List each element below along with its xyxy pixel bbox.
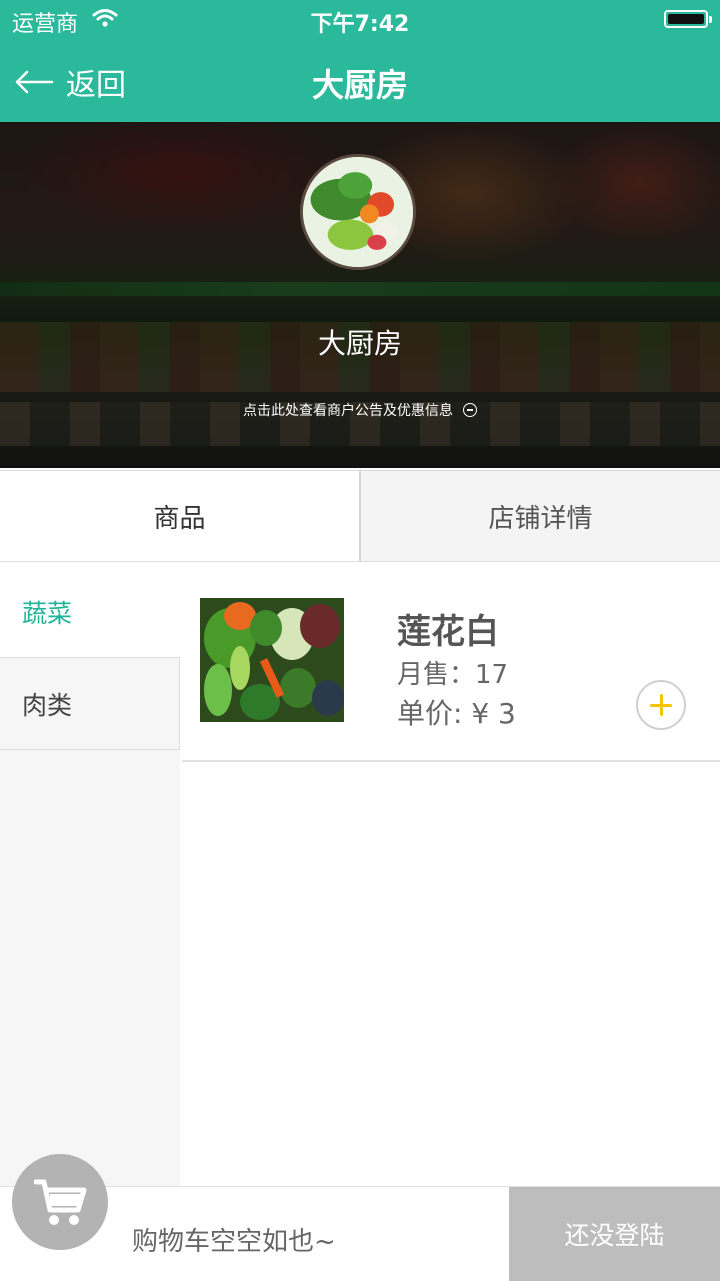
nav-header: 运营商 下午7:42 返回 大厨房 <box>0 0 720 122</box>
battery-icon <box>664 10 712 28</box>
back-button[interactable]: 返回 <box>14 60 126 104</box>
back-arrow-icon <box>15 70 54 94</box>
product-list: 莲花白 月售：17 单价: ¥ 3 <box>182 568 720 1186</box>
product-image <box>200 598 344 722</box>
shop-avatar <box>300 154 416 270</box>
notice-text: 点击此处查看商户公告及优惠信息 <box>243 403 453 419</box>
tab-products[interactable]: 商品 <box>0 471 361 561</box>
category-sidebar: 蔬菜 肉类 <box>0 566 180 1186</box>
shop-name: 大厨房 <box>317 327 402 360</box>
back-label: 返回 <box>66 68 126 103</box>
category-vegetables[interactable]: 蔬菜 <box>0 566 180 658</box>
vegetables-image <box>303 157 413 267</box>
tab-bar: 商品 店铺详情 <box>0 470 720 562</box>
product-name: 莲花白 <box>397 612 499 652</box>
cart-button[interactable] <box>12 1154 108 1250</box>
cart-empty-text: 购物车空空如也~ <box>132 1227 336 1257</box>
shop-notice-link[interactable]: 点击此处查看商户公告及优惠信息 <box>0 400 720 420</box>
tab-shop-details[interactable]: 店铺详情 <box>361 471 720 561</box>
cart-bar: 购物车空空如也~ 还没登陆 <box>0 1186 720 1281</box>
product-item[interactable]: 莲花白 月售：17 单价: ¥ 3 <box>182 568 720 762</box>
add-to-cart-plus-icon[interactable] <box>636 680 686 730</box>
product-monthly-sales: 月售：17 <box>397 660 509 690</box>
arrow-right-circle-icon <box>463 403 477 417</box>
product-price: 单价: ¥ 3 <box>397 697 516 730</box>
status-bar: 运营商 下午7:42 <box>0 0 720 40</box>
status-time: 下午7:42 <box>310 12 410 37</box>
shopping-cart-icon <box>34 1179 87 1225</box>
login-button[interactable]: 还没登陆 <box>509 1187 720 1281</box>
category-meat[interactable]: 肉类 <box>0 658 180 750</box>
